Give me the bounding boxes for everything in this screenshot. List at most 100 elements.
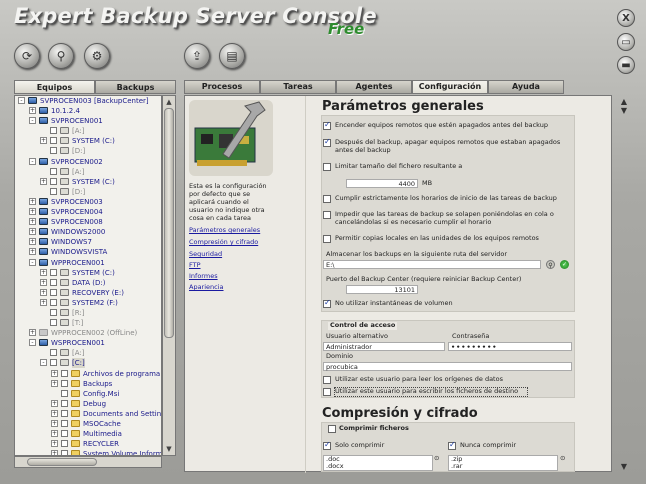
maximize-icon[interactable]: ▭: [617, 33, 635, 51]
expand-icon[interactable]: +: [29, 248, 36, 256]
minimize-icon[interactable]: ▬: [617, 56, 635, 74]
list-item[interactable]: .docx: [326, 463, 430, 470]
expand-icon[interactable]: +: [40, 137, 47, 145]
tree-node[interactable]: + WINDOWS7: [15, 237, 161, 247]
tree-node[interactable]: + Documents and Settings: [15, 409, 161, 419]
tree-node[interactable]: Config.Msi: [15, 389, 161, 399]
expand-icon[interactable]: +: [51, 430, 58, 438]
tree-checkbox[interactable]: [61, 420, 68, 427]
expand-icon[interactable]: +: [51, 409, 58, 417]
scroll-up-icon[interactable]: ⊙: [434, 454, 439, 463]
link-compresion-cifrado[interactable]: Compresión y cifrado: [189, 238, 258, 246]
tree-node[interactable]: + Multimedia: [15, 429, 161, 439]
checkbox-limit-size[interactable]: [323, 163, 331, 171]
tree-node[interactable]: + Backups: [15, 379, 161, 389]
collapse-icon[interactable]: -: [29, 117, 36, 125]
link-parametros-generales[interactable]: Parámetros generales: [189, 226, 260, 234]
collapse-icon[interactable]: -: [29, 258, 36, 266]
checkbox-user-write[interactable]: [323, 388, 331, 396]
collapse-icon[interactable]: -: [18, 97, 25, 104]
tree-node[interactable]: - SVPROCEN002: [15, 157, 161, 167]
tree-checkbox[interactable]: [50, 288, 57, 296]
tree-node[interactable]: + DATA (D:): [15, 278, 161, 288]
settings-icon[interactable]: ⚙: [84, 43, 110, 69]
link-ftp[interactable]: FTP: [189, 261, 201, 269]
tree-node[interactable]: [D:]: [15, 146, 161, 156]
tab-configuracion[interactable]: Configuración: [412, 80, 488, 94]
tree-checkbox[interactable]: [50, 298, 57, 306]
tree-node[interactable]: + SVPROCEN004: [15, 207, 161, 217]
expand-icon[interactable]: +: [51, 440, 58, 448]
expand-icon[interactable]: +: [51, 369, 58, 377]
expand-icon[interactable]: +: [51, 379, 58, 387]
expand-icon[interactable]: +: [51, 420, 58, 427]
scroll-down-icon[interactable]: ▼: [164, 444, 174, 454]
checkbox-never-compress[interactable]: [448, 440, 456, 450]
main-vertical-scrollbar[interactable]: ▲ ▼ ▼: [616, 95, 632, 472]
tree-checkbox[interactable]: [50, 349, 57, 357]
tree-checkbox[interactable]: [50, 137, 57, 145]
tree-horizontal-scrollbar[interactable]: [14, 456, 162, 468]
expand-icon[interactable]: +: [40, 268, 47, 276]
expand-icon[interactable]: +: [51, 399, 58, 407]
browse-folder-icon[interactable]: ⚲: [546, 260, 555, 269]
tree-node[interactable]: + RECOVERY (E:): [15, 288, 161, 298]
tree-node[interactable]: + Archivos de programa: [15, 369, 161, 379]
tree-checkbox[interactable]: [61, 379, 68, 387]
save-icon[interactable]: ▤: [219, 43, 245, 69]
tree-checkbox[interactable]: [61, 440, 68, 448]
checkbox-local-copies[interactable]: [323, 235, 331, 243]
tree-node[interactable]: +10.1.2.4: [15, 106, 161, 116]
tab-tareas[interactable]: Tareas: [260, 80, 336, 94]
tab-equipos[interactable]: Equipos: [14, 80, 95, 94]
expand-icon[interactable]: +: [29, 197, 36, 205]
scroll-down-icon[interactable]: ▼: [619, 462, 629, 472]
link-apariencia[interactable]: Apariencia: [189, 283, 224, 291]
alt-user-input[interactable]: Administrador: [323, 342, 445, 351]
port-input[interactable]: 13101: [346, 285, 418, 294]
list-item[interactable]: .rar: [451, 463, 555, 470]
tree-node[interactable]: + WPPROCEN002 (OffLine): [15, 328, 161, 338]
tree-node[interactable]: - WSPROCEN001: [15, 338, 161, 348]
tree-checkbox[interactable]: [50, 319, 57, 327]
tree-checkbox[interactable]: [50, 359, 57, 367]
tree-checkbox[interactable]: [61, 409, 68, 417]
tab-ayuda[interactable]: Ayuda: [488, 80, 564, 94]
tree-node[interactable]: [A:]: [15, 167, 161, 177]
tree-node[interactable]: + SYSTEM (C:): [15, 136, 161, 146]
expand-icon[interactable]: +: [29, 329, 36, 337]
tree-vertical-scrollbar[interactable]: ▲ ▼: [162, 95, 176, 456]
link-informes[interactable]: Informes: [189, 272, 218, 280]
expand-icon[interactable]: +: [40, 288, 47, 296]
refresh-icon[interactable]: ⟳: [14, 43, 40, 69]
tree-checkbox[interactable]: [61, 389, 68, 397]
expand-icon[interactable]: +: [40, 298, 47, 306]
tree-node[interactable]: + SYSTEM2 (F:): [15, 298, 161, 308]
export-icon[interactable]: ⇪: [184, 43, 210, 69]
tree-checkbox[interactable]: [50, 127, 57, 135]
checkbox-strict-schedule[interactable]: [323, 195, 331, 203]
checkbox-compress[interactable]: [328, 425, 336, 433]
scroll-up-icon[interactable]: ▲: [164, 97, 174, 107]
tree-checkbox[interactable]: [50, 147, 57, 155]
tree-node[interactable]: - [C:]: [15, 358, 161, 369]
tree-node[interactable]: +System Volume Informatic: [15, 449, 161, 455]
tree-node[interactable]: + WINDOWSVISTA: [15, 247, 161, 257]
expand-icon[interactable]: +: [40, 278, 47, 286]
checkbox-user-read[interactable]: [323, 376, 331, 384]
tree-node[interactable]: + SYSTEM (C:): [15, 268, 161, 278]
tree-node[interactable]: + MSOCache: [15, 419, 161, 429]
tree-node[interactable]: + RECYCLER: [15, 439, 161, 449]
collapse-icon[interactable]: -: [29, 339, 36, 347]
check-path-icon[interactable]: ✓: [560, 260, 569, 269]
tree-checkbox[interactable]: [50, 278, 57, 286]
tree-node[interactable]: + SVPROCEN003: [15, 197, 161, 207]
tree-checkbox[interactable]: [61, 399, 68, 407]
expand-icon[interactable]: +: [29, 208, 36, 216]
tree-node[interactable]: + WINDOWS2000: [15, 227, 161, 237]
tree-node[interactable]: [R:]: [15, 308, 161, 318]
scroll-thumb[interactable]: [164, 108, 174, 338]
checkbox-only-compress[interactable]: [323, 440, 331, 450]
tree-node[interactable]: + SVPROCEN008: [15, 217, 161, 227]
tree-checkbox[interactable]: [61, 430, 68, 438]
